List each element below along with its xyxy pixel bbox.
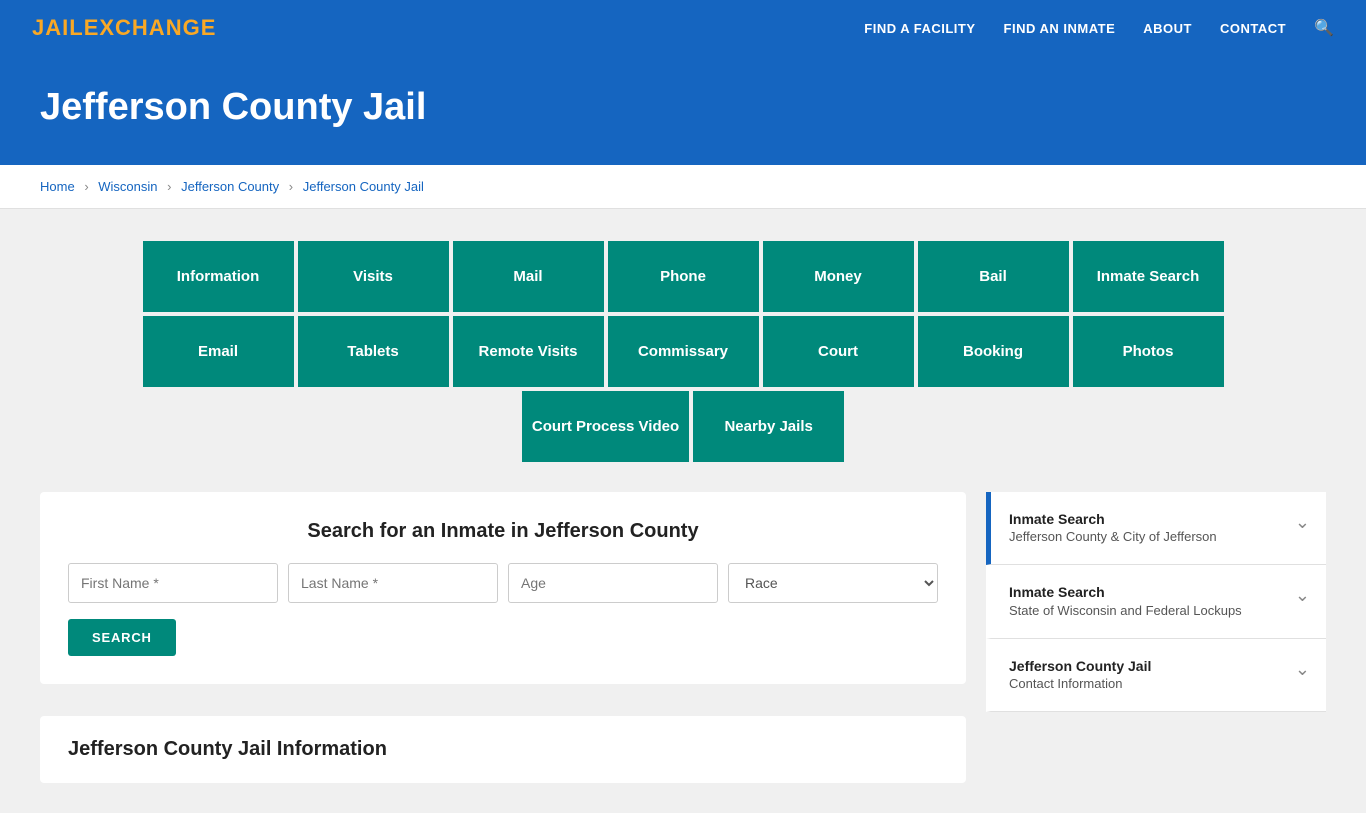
- sidebar-item-wisconsin-search[interactable]: Inmate Search State of Wisconsin and Fed…: [986, 565, 1326, 638]
- breadcrumb-home[interactable]: Home: [40, 179, 75, 194]
- breadcrumb-sep1: ›: [84, 179, 92, 194]
- breadcrumb-sep2: ›: [167, 179, 175, 194]
- sidebar: Inmate Search Jefferson County & City of…: [986, 492, 1326, 712]
- nav-links: FIND A FACILITY FIND AN INMATE ABOUT CON…: [864, 18, 1334, 38]
- chevron-down-icon-2: ⌄: [1295, 585, 1310, 606]
- tile-visits[interactable]: Visits: [296, 239, 451, 314]
- navigation: JAILEXCHANGE FIND A FACILITY FIND AN INM…: [0, 0, 1366, 56]
- tile-inmate-search[interactable]: Inmate Search: [1071, 239, 1226, 314]
- tile-bail[interactable]: Bail: [916, 239, 1071, 314]
- info-card: Jefferson County Jail Information: [40, 716, 966, 783]
- tile-money[interactable]: Money: [761, 239, 916, 314]
- sidebar-item-title-3: Jefferson County Jail: [1009, 657, 1151, 675]
- sidebar-item-jefferson-search[interactable]: Inmate Search Jefferson County & City of…: [986, 492, 1326, 565]
- tile-commissary[interactable]: Commissary: [606, 314, 761, 389]
- chevron-down-icon-3: ⌄: [1295, 659, 1310, 680]
- tile-tablets[interactable]: Tablets: [296, 314, 451, 389]
- breadcrumb: Home › Wisconsin › Jefferson County › Je…: [0, 165, 1366, 209]
- search-button[interactable]: SEARCH: [68, 619, 176, 656]
- tiles-row-3: Court Process Video Nearby Jails: [520, 389, 846, 464]
- tiles-row-1: Information Visits Mail Phone Money Bail…: [141, 239, 1226, 314]
- tile-photos[interactable]: Photos: [1071, 314, 1226, 389]
- search-card-title: Search for an Inmate in Jefferson County: [68, 520, 938, 543]
- main-content: Information Visits Mail Phone Money Bail…: [0, 209, 1366, 813]
- sidebar-item-subtitle-3: Contact Information: [1009, 675, 1151, 693]
- sidebar-item-text-1: Inmate Search Jefferson County & City of…: [1009, 510, 1217, 546]
- tile-remote-visits[interactable]: Remote Visits: [451, 314, 606, 389]
- nav-contact[interactable]: CONTACT: [1220, 21, 1286, 36]
- race-select[interactable]: Race White Black Hispanic Asian Other: [728, 563, 938, 603]
- first-name-input[interactable]: [68, 563, 278, 603]
- breadcrumb-wisconsin[interactable]: Wisconsin: [98, 179, 157, 194]
- breadcrumb-sep3: ›: [289, 179, 297, 194]
- logo-part1: JAIL: [32, 15, 84, 40]
- age-input[interactable]: [508, 563, 718, 603]
- sidebar-item-text-3: Jefferson County Jail Contact Informatio…: [1009, 657, 1151, 693]
- search-card: Search for an Inmate in Jefferson County…: [40, 492, 966, 684]
- nav-about[interactable]: ABOUT: [1143, 21, 1192, 36]
- site-logo[interactable]: JAILEXCHANGE: [32, 15, 216, 41]
- search-fields: Race White Black Hispanic Asian Other: [68, 563, 938, 603]
- tile-booking[interactable]: Booking: [916, 314, 1071, 389]
- page-title: Jefferson County Jail: [40, 86, 1326, 129]
- hero-banner: Jefferson County Jail: [0, 56, 1366, 165]
- tile-mail[interactable]: Mail: [451, 239, 606, 314]
- tile-email[interactable]: Email: [141, 314, 296, 389]
- sidebar-item-contact-info[interactable]: Jefferson County Jail Contact Informatio…: [986, 639, 1326, 712]
- nav-find-facility[interactable]: FIND A FACILITY: [864, 21, 975, 36]
- sidebar-item-subtitle-2: State of Wisconsin and Federal Lockups: [1009, 602, 1242, 620]
- tiles-wrapper: Information Visits Mail Phone Money Bail…: [40, 239, 1326, 464]
- tile-court[interactable]: Court: [761, 314, 916, 389]
- nav-find-inmate[interactable]: FIND AN INMATE: [1004, 21, 1116, 36]
- sidebar-item-title-1: Inmate Search: [1009, 510, 1217, 528]
- info-card-title: Jefferson County Jail Information: [68, 738, 938, 761]
- breadcrumb-jail[interactable]: Jefferson County Jail: [303, 179, 424, 194]
- tile-nearby-jails[interactable]: Nearby Jails: [691, 389, 846, 464]
- chevron-down-icon-1: ⌄: [1295, 512, 1310, 533]
- tile-court-process-video[interactable]: Court Process Video: [520, 389, 691, 464]
- breadcrumb-jefferson-county[interactable]: Jefferson County: [181, 179, 279, 194]
- tile-information[interactable]: Information: [141, 239, 296, 314]
- left-panel: Search for an Inmate in Jefferson County…: [40, 492, 966, 783]
- lower-section: Search for an Inmate in Jefferson County…: [40, 492, 1326, 783]
- last-name-input[interactable]: [288, 563, 498, 603]
- sidebar-item-title-2: Inmate Search: [1009, 583, 1242, 601]
- search-icon[interactable]: 🔍: [1314, 18, 1334, 38]
- sidebar-item-text-2: Inmate Search State of Wisconsin and Fed…: [1009, 583, 1242, 619]
- sidebar-item-subtitle-1: Jefferson County & City of Jefferson: [1009, 528, 1217, 546]
- logo-highlight: EXCHANGE: [84, 15, 217, 40]
- tile-phone[interactable]: Phone: [606, 239, 761, 314]
- tiles-row-2: Email Tablets Remote Visits Commissary C…: [141, 314, 1226, 389]
